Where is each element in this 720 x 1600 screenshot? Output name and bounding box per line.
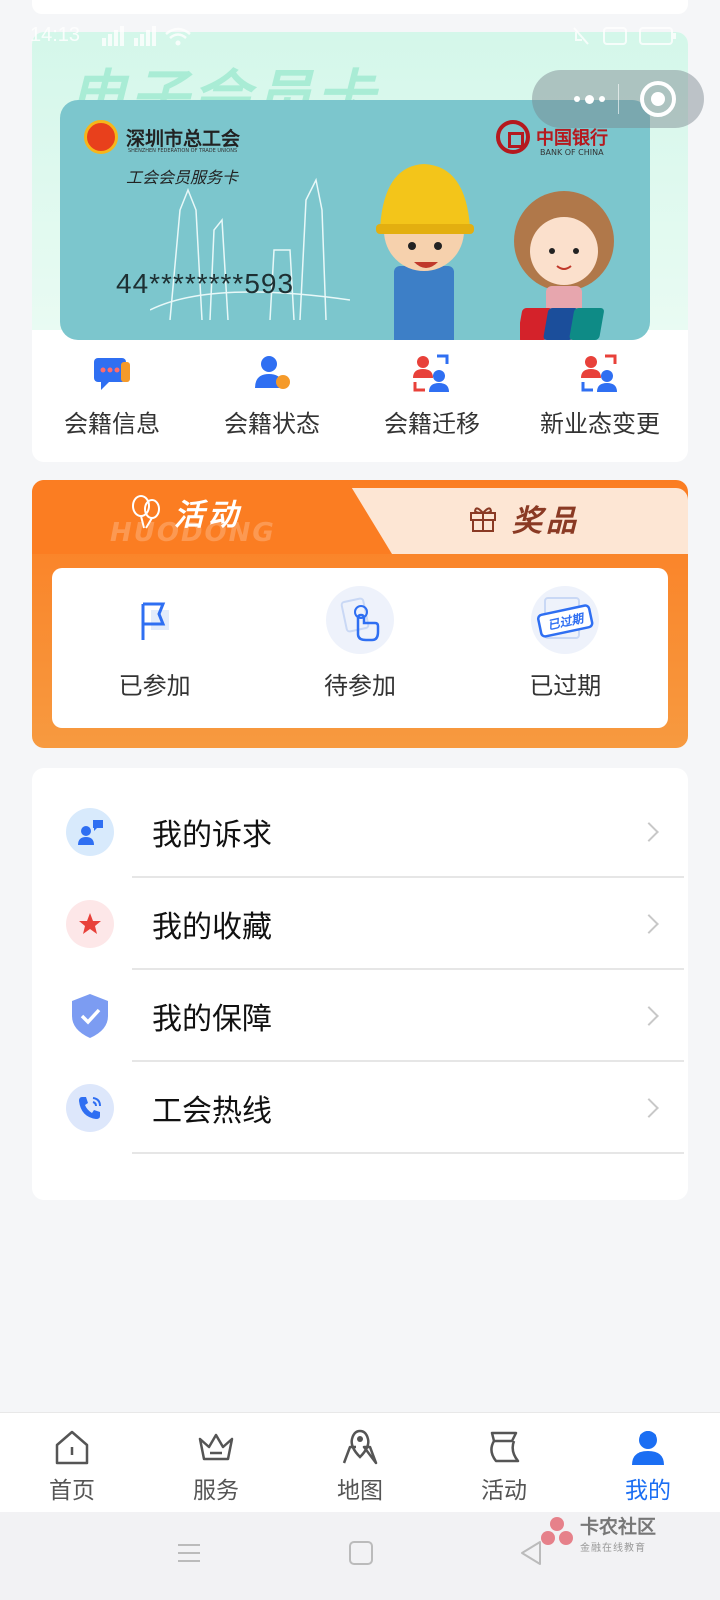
expired-stamp-icon: 已过期 [537, 597, 594, 639]
tab-label: 地图 [337, 1478, 383, 1504]
user-change-icon [581, 354, 617, 392]
user-status-icon [255, 356, 290, 389]
shield-check-icon [72, 994, 108, 1038]
menu-icon-wrap [66, 900, 114, 948]
quick-membership-info[interactable]: 会籍信息 [32, 330, 192, 462]
chevron-right-icon [639, 822, 659, 842]
map-icon [342, 1429, 378, 1465]
profile-icon [632, 1431, 664, 1465]
watermark-logo-icon [541, 1517, 573, 1545]
tab-prizes-label: 奖品 [512, 504, 580, 539]
membership-quick-actions: 会籍信息 会籍状态 会籍迁移 新业态变更 [32, 330, 688, 462]
gift-icon [470, 507, 496, 532]
activity-section: 奖品 HUODONG 活动 已参加 待参加 已过期 已过期 [32, 480, 688, 748]
tab-activities[interactable]: HUODONG 活动 [32, 480, 392, 554]
watermark-text: 卡农社区 金融在线教育 [580, 1512, 656, 1554]
dot [584, 94, 594, 104]
chevron-right-icon [639, 914, 659, 934]
menu-my-appeals[interactable]: 我的诉求 [32, 786, 688, 878]
menu-label: 工会热线 [152, 1094, 272, 1129]
status-icon-wrap [121, 586, 189, 654]
chevron-right-icon [639, 1006, 659, 1026]
tab-label: 服务 [193, 1478, 239, 1504]
flag-icon [141, 602, 169, 640]
watermark-subtitle: 金融在线教育 [580, 1543, 646, 1554]
union-english-name: SHENZHEN FEDERATION OF TRADE UNIONS [128, 148, 238, 154]
watermark: 卡农社区 金融在线教育 [540, 1512, 656, 1554]
menu-my-protection[interactable]: 我的保障 [32, 970, 688, 1062]
divider [132, 1152, 684, 1154]
balloons-icon [132, 495, 160, 529]
tab-services[interactable]: 服务 [144, 1413, 288, 1512]
menu-nav-icon[interactable] [176, 1540, 202, 1566]
menu-union-hotline[interactable]: 工会热线 [32, 1062, 688, 1154]
battery-icon [573, 27, 676, 45]
previous-card-edge [32, 0, 688, 14]
quick-label: 新业态变更 [540, 410, 660, 438]
status-time: 14:13 [30, 24, 81, 46]
status-icon-wrap [325, 586, 394, 654]
status-bar: 14:13 [30, 22, 690, 50]
quick-label: 会籍状态 [224, 410, 320, 438]
status-label: 待参加 [323, 672, 396, 700]
union-member-card[interactable]: 深圳市总工会 SHENZHEN FEDERATION OF TRADE UNIO… [60, 100, 650, 340]
tab-label: 活动 [481, 1478, 527, 1504]
activity-status-panel: 已参加 待参加 已过期 已过期 [52, 568, 668, 728]
tab-activities-content: 活动 [128, 490, 242, 534]
tap-icon [340, 597, 380, 642]
personal-menu: 我的诉求 我的收藏 我的保障 工会热线 [32, 768, 688, 1200]
home-icon [55, 1430, 89, 1465]
menu-label: 我的保障 [152, 1002, 272, 1037]
dot [573, 96, 580, 102]
tab-activities-label: 活动 [174, 498, 242, 533]
tab-mine[interactable]: 我的 [576, 1413, 720, 1512]
tab-map[interactable]: 地图 [288, 1413, 432, 1512]
menu-my-favorites[interactable]: 我的收藏 [32, 878, 688, 970]
menu-icon-wrap [66, 992, 114, 1040]
card-number: 44********593 [116, 268, 295, 299]
more-options-button[interactable] [554, 70, 624, 128]
menu-label: 我的收藏 [152, 910, 272, 945]
status-label: 已参加 [118, 672, 191, 700]
close-mini-program-button[interactable] [640, 81, 676, 117]
bottom-tab-bar: 首页 服务 地图 活动 我的 [0, 1412, 720, 1512]
quick-membership-status[interactable]: 会籍状态 [192, 330, 352, 462]
chevron-right-icon [639, 1098, 659, 1118]
star-icon [79, 913, 101, 934]
menu-label: 我的诉求 [152, 818, 272, 853]
transfer-icon [413, 354, 449, 392]
activity-expired[interactable]: 已过期 已过期 [463, 568, 668, 728]
quick-label: 会籍信息 [64, 410, 160, 438]
home-nav-icon[interactable] [348, 1540, 374, 1566]
dot [598, 96, 605, 102]
activity-joined[interactable]: 已参加 [52, 568, 257, 728]
union-logo-icon [84, 120, 118, 154]
menu-icon-wrap [66, 1084, 114, 1132]
watermark-title: 卡农社区 [580, 1516, 657, 1538]
quick-label: 会籍迁移 [384, 410, 480, 438]
union-name: 深圳市总工会 [126, 127, 241, 150]
status-label: 已过期 [529, 672, 602, 700]
menu-icon-wrap [66, 808, 114, 856]
status-icon-wrap: 已过期 [531, 586, 600, 654]
appeal-icon [78, 820, 103, 845]
tab-activities-nav[interactable]: 活动 [432, 1413, 576, 1512]
signal-wifi-icon [102, 26, 191, 46]
quick-membership-transfer[interactable]: 会籍迁移 [352, 330, 512, 462]
activity-pending[interactable]: 待参加 [257, 568, 462, 728]
tab-prizes-content: 奖品 [468, 496, 580, 540]
activity-icon [490, 1431, 520, 1463]
chat-bubble-icon [94, 358, 130, 390]
tab-label: 我的 [625, 1478, 671, 1504]
crown-icon [198, 1433, 234, 1461]
tab-label: 首页 [49, 1478, 95, 1504]
tab-home[interactable]: 首页 [0, 1413, 144, 1512]
capsule-divider [618, 84, 619, 114]
mini-program-capsule [532, 70, 704, 128]
quick-new-business-change[interactable]: 新业态变更 [512, 330, 688, 462]
phone-icon [79, 1097, 101, 1119]
